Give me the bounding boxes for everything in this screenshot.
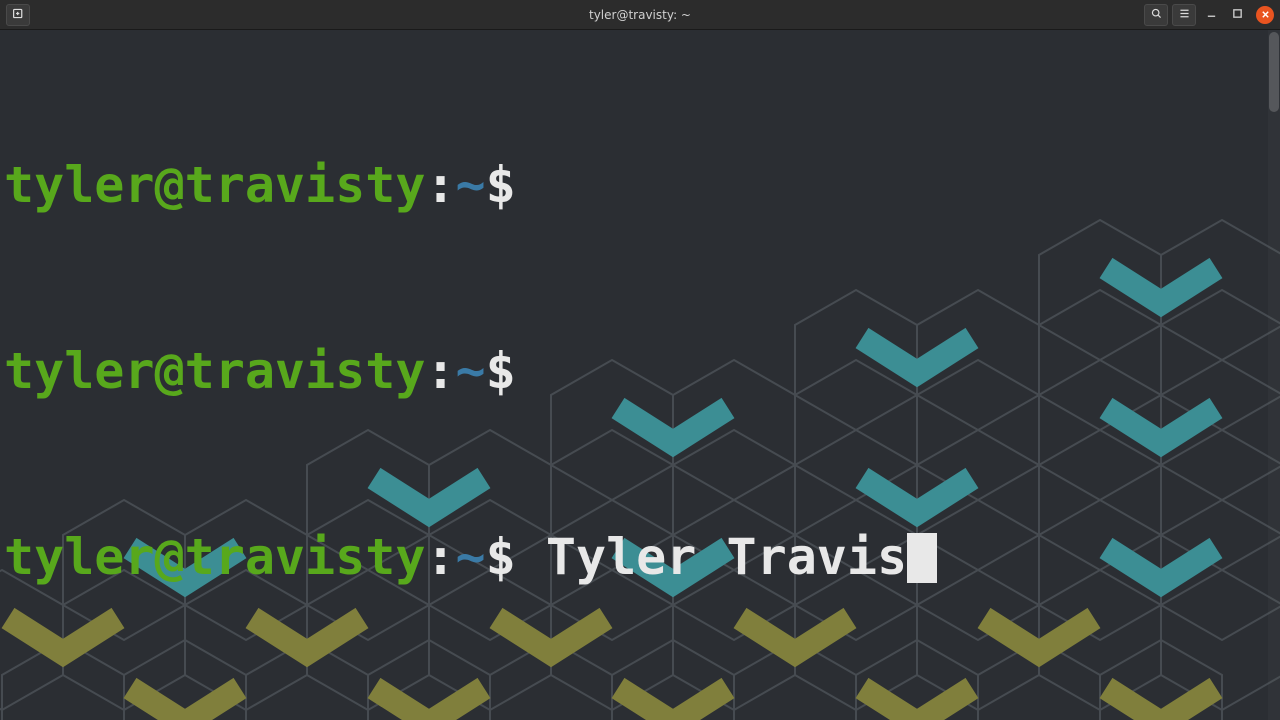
prompt-user-host: tyler@travisty — [4, 342, 425, 400]
close-icon — [1261, 8, 1270, 22]
prompt-separator: : — [425, 528, 455, 586]
prompt-line: tyler@travisty:~$ — [4, 154, 1276, 216]
new-tab-button[interactable] — [6, 4, 30, 26]
terminal-output: tyler@travisty:~$ tyler@travisty:~$ tyle… — [0, 30, 1280, 712]
prompt-symbol: $ — [486, 528, 516, 586]
hamburger-menu-icon — [1178, 7, 1191, 23]
text-cursor — [907, 533, 937, 583]
prompt-path: ~ — [456, 156, 486, 214]
maximize-icon — [1232, 8, 1243, 22]
terminal-viewport[interactable]: tyler@travisty:~$ tyler@travisty:~$ tyle… — [0, 30, 1280, 720]
minimize-icon — [1206, 8, 1217, 22]
new-tab-icon — [12, 7, 25, 23]
minimize-button[interactable] — [1200, 4, 1222, 26]
titlebar-left-controls — [0, 4, 30, 26]
maximize-button[interactable] — [1226, 4, 1248, 26]
prompt-user-host: tyler@travisty — [4, 528, 425, 586]
prompt-user-host: tyler@travisty — [4, 156, 425, 214]
window-title: tyler@travisty: ~ — [0, 8, 1280, 22]
scrollbar-thumb[interactable] — [1269, 32, 1279, 112]
prompt-symbol: $ — [486, 342, 516, 400]
titlebar-right-controls — [1144, 4, 1280, 26]
vertical-scrollbar[interactable] — [1268, 30, 1280, 720]
prompt-line: tyler@travisty:~$ Tyler Travis — [4, 526, 1276, 588]
window-titlebar: tyler@travisty: ~ — [0, 0, 1280, 30]
command-input[interactable]: Tyler Travis — [546, 528, 907, 586]
close-button[interactable] — [1256, 6, 1274, 24]
prompt-symbol: $ — [486, 156, 516, 214]
search-icon — [1150, 7, 1163, 23]
prompt-separator: : — [425, 156, 455, 214]
command-text — [516, 342, 546, 400]
menu-button[interactable] — [1172, 4, 1196, 26]
prompt-path: ~ — [456, 528, 486, 586]
command-text — [516, 528, 546, 586]
search-button[interactable] — [1144, 4, 1168, 26]
prompt-path: ~ — [456, 342, 486, 400]
command-text — [516, 156, 546, 214]
prompt-separator: : — [425, 342, 455, 400]
prompt-line: tyler@travisty:~$ — [4, 340, 1276, 402]
